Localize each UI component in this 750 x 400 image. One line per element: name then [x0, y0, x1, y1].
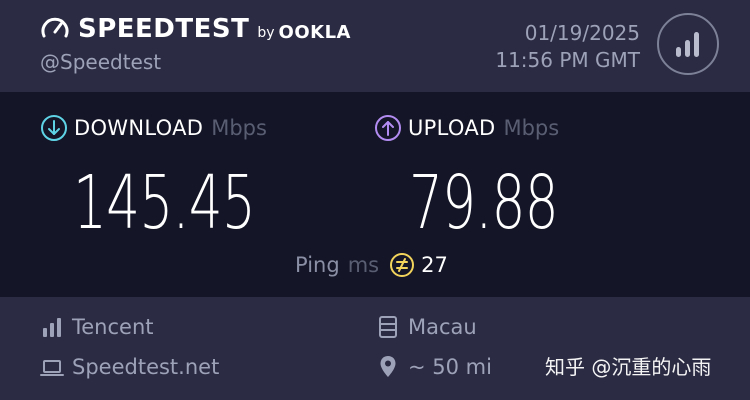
- results-badge-button[interactable]: [657, 13, 719, 75]
- ping-unit: ms: [347, 253, 380, 277]
- server-info: Tencent Speedtest.net Macau ~ 50 mi: [0, 297, 750, 400]
- brand-by: by: [257, 25, 275, 41]
- brand-name: SPEEDTEST: [78, 14, 250, 44]
- laptop-icon: [40, 355, 64, 379]
- download-unit: Mbps: [211, 116, 267, 140]
- provider-name: OOKLA: [278, 21, 351, 43]
- signal-bars-icon: [676, 32, 699, 57]
- speedtest-logo: SPEEDTEST by OOKLA: [40, 14, 351, 44]
- server-location: Macau: [408, 315, 477, 339]
- server-location-info[interactable]: Macau: [376, 313, 477, 341]
- isp-info[interactable]: Tencent: [40, 313, 154, 341]
- upload-metric: UPLOAD Mbps 79.88: [374, 114, 616, 240]
- upload-label: UPLOAD: [408, 116, 496, 140]
- test-timestamp: 01/19/2025 11:56 PM GMT: [495, 20, 640, 74]
- location-pin-icon: [376, 355, 400, 379]
- server-distance: ~ 50 mi: [408, 355, 492, 379]
- server-icon: [376, 315, 400, 339]
- host-name: Speedtest.net: [72, 355, 220, 379]
- signal-icon: [40, 315, 64, 339]
- download-value: 145.45: [73, 160, 256, 246]
- test-date: 01/19/2025: [524, 21, 640, 45]
- upload-unit: Mbps: [503, 116, 560, 140]
- account-handle: @Speedtest: [40, 50, 162, 74]
- ping-metric: Ping ms 27: [295, 250, 448, 280]
- download-label: DOWNLOAD: [74, 116, 204, 140]
- upload-arrow-icon: [375, 115, 401, 141]
- host-info[interactable]: Speedtest.net: [40, 353, 219, 381]
- ping-value: 27: [421, 253, 448, 277]
- watermark-text: 知乎 @沉重的心雨: [545, 355, 712, 379]
- ping-label: Ping: [295, 253, 340, 277]
- download-metric: DOWNLOAD Mbps 145.45: [40, 114, 326, 240]
- distance-info: ~ 50 mi: [376, 353, 492, 381]
- speedtest-result-card: SPEEDTEST by OOKLA @Speedtest 01/19/2025…: [0, 0, 750, 400]
- results-panel: DOWNLOAD Mbps 145.45 UPLOAD Mbps 79.88 P…: [0, 92, 750, 297]
- gauge-icon: [41, 17, 69, 38]
- download-arrow-icon: [41, 115, 67, 141]
- test-time: 11:56 PM GMT: [495, 48, 640, 72]
- header: SPEEDTEST by OOKLA @Speedtest 01/19/2025…: [0, 0, 750, 92]
- ping-icon: [390, 253, 415, 277]
- upload-value: 79.88: [409, 160, 559, 246]
- isp-name: Tencent: [72, 315, 154, 339]
